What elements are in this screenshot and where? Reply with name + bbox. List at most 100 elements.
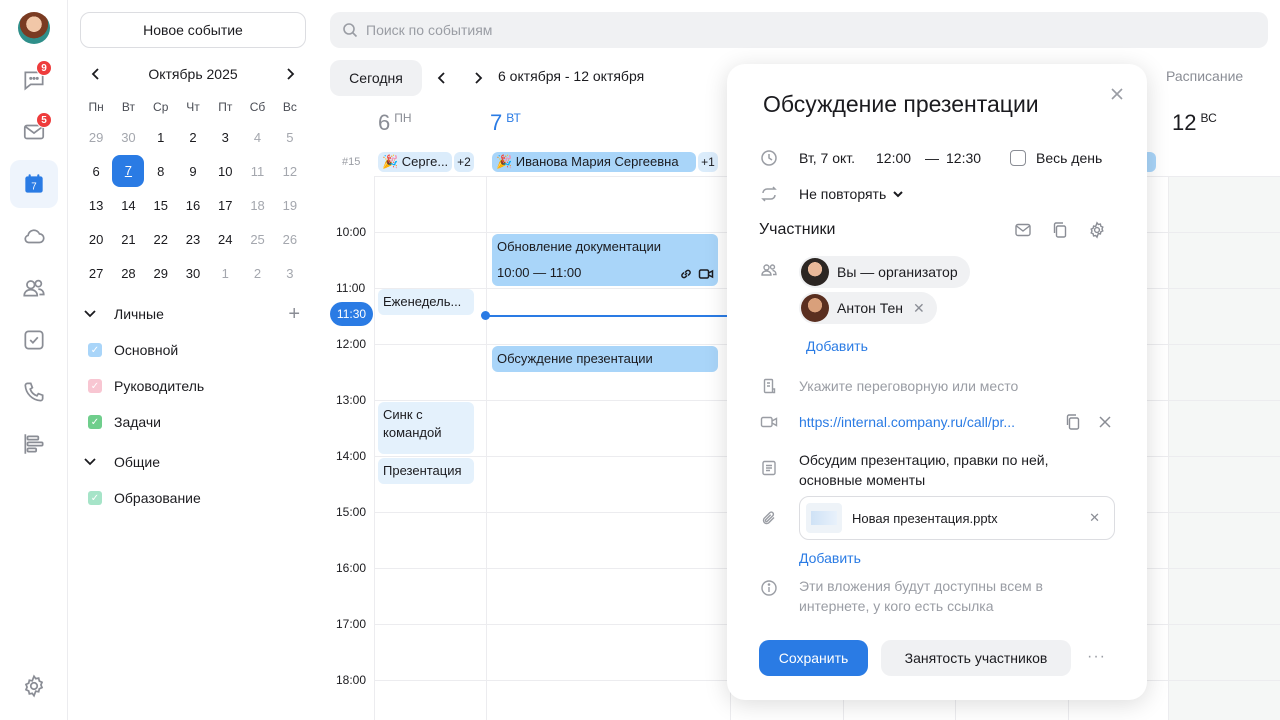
mini-day[interactable]: 26 [274, 232, 306, 247]
day-header[interactable]: 12 ВС [1172, 110, 1217, 136]
mini-day[interactable]: 8 [145, 164, 177, 179]
all-day-checkbox[interactable] [1010, 150, 1026, 166]
event-title-field[interactable]: Обсуждение презентации [763, 91, 1039, 118]
event-weekly[interactable]: Еженедель... [378, 289, 474, 315]
checkbox-icon[interactable]: ✓ [88, 343, 102, 357]
mini-day[interactable]: 3 [274, 266, 306, 281]
mini-day[interactable]: 2 [177, 130, 209, 145]
checkbox-icon[interactable]: ✓ [88, 379, 102, 393]
mini-day[interactable]: 18 [241, 198, 273, 213]
save-button[interactable]: Сохранить [759, 640, 868, 676]
mini-day[interactable]: 29 [80, 130, 112, 145]
mini-day[interactable]: 19 [274, 198, 306, 213]
copy-icon[interactable] [1063, 412, 1083, 432]
event-docs[interactable]: Обновление документации 10:00 — 11:00 [492, 234, 718, 286]
close-icon[interactable] [1095, 412, 1115, 432]
mini-day[interactable]: 22 [145, 232, 177, 247]
event-date[interactable]: Вт, 7 окт. [799, 150, 855, 166]
new-event-button[interactable]: Новое событие [80, 12, 306, 48]
remove-attachment-icon[interactable]: ✕ [1089, 510, 1100, 526]
close-icon[interactable] [1107, 84, 1127, 104]
calendar-item[interactable]: ✓ Задачи [88, 410, 161, 434]
more-icon[interactable]: ··· [1087, 648, 1106, 666]
rail-settings[interactable] [10, 662, 58, 710]
mini-day[interactable]: 3 [209, 130, 241, 145]
calendar-item[interactable]: ✓ Основной [88, 338, 178, 362]
rail-chat[interactable]: 9 [10, 56, 58, 104]
mini-day[interactable]: 25 [241, 232, 273, 247]
chevron-left-icon[interactable] [432, 68, 452, 88]
mini-day[interactable]: 11 [241, 164, 273, 179]
search-input[interactable] [366, 22, 766, 38]
chevron-left-icon[interactable] [86, 64, 106, 84]
allday-event[interactable]: 🎉 Иванова Мария Сергеевна [492, 152, 696, 172]
mini-day-today[interactable]: 7 [112, 155, 145, 187]
checkbox-icon[interactable]: ✓ [88, 491, 102, 505]
chevron-down-icon[interactable] [80, 306, 100, 323]
mini-day[interactable]: 13 [80, 198, 112, 213]
allday-more[interactable]: +1 [698, 152, 718, 172]
search-bar[interactable] [330, 12, 1268, 48]
chevron-down-icon[interactable] [80, 454, 100, 471]
day-header[interactable]: 6 ПН [378, 110, 412, 136]
day-header-today[interactable]: 7 ВТ [490, 110, 521, 136]
view-switch[interactable]: Расписание [1166, 68, 1243, 84]
event-presentation[interactable]: Презентация [378, 458, 474, 484]
rail-contacts[interactable] [10, 264, 58, 312]
mini-day[interactable]: 23 [177, 232, 209, 247]
chevron-right-icon[interactable] [280, 64, 300, 84]
mini-day[interactable]: 21 [112, 232, 144, 247]
mini-day[interactable]: 5 [274, 130, 306, 145]
checkbox-icon[interactable]: ✓ [88, 415, 102, 429]
mini-day[interactable]: 24 [209, 232, 241, 247]
location-input[interactable]: Укажите переговорную или место [799, 378, 1018, 394]
mini-day[interactable]: 30 [112, 130, 144, 145]
gear-icon[interactable] [1087, 220, 1107, 240]
mini-day[interactable]: 16 [177, 198, 209, 213]
rail-calls[interactable] [10, 368, 58, 416]
mini-day[interactable]: 6 [80, 164, 112, 179]
participants-busy-button[interactable]: Занятость участников [881, 640, 1071, 676]
participant-chip[interactable]: Антон Тен ✕ [799, 292, 937, 324]
event-end-time[interactable]: 12:30 [946, 150, 981, 166]
mini-day[interactable]: 29 [145, 266, 177, 281]
user-avatar[interactable] [18, 12, 50, 44]
mini-day[interactable]: 2 [241, 266, 273, 281]
mini-day[interactable]: 30 [177, 266, 209, 281]
allday-event[interactable]: 🎉 Серге... [378, 152, 452, 172]
repeat-select[interactable]: Не повторять [799, 186, 904, 202]
event-start-time[interactable]: 12:00 [876, 150, 911, 166]
mini-day[interactable]: 15 [145, 198, 177, 213]
group-shared[interactable]: Общие [80, 448, 306, 476]
add-participant-link[interactable]: Добавить [806, 338, 868, 354]
calendar-item[interactable]: ✓ Руководитель [88, 374, 204, 398]
mini-day[interactable]: 27 [80, 266, 112, 281]
rail-cloud[interactable] [10, 212, 58, 260]
mini-day[interactable]: 10 [209, 164, 241, 179]
mini-day[interactable]: 12 [274, 164, 306, 179]
mini-day[interactable]: 28 [112, 266, 144, 281]
mail-icon[interactable] [1013, 220, 1033, 240]
call-link[interactable]: https://internal.company.ru/call/pr... [799, 414, 1015, 430]
event-discussion[interactable]: Обсуждение презентации [492, 346, 718, 372]
rail-mail[interactable]: 5 [10, 108, 58, 156]
add-attachment-link[interactable]: Добавить [799, 550, 861, 566]
today-button[interactable]: Сегодня [330, 60, 422, 96]
group-personal[interactable]: Личные + [80, 300, 306, 328]
calendar-item[interactable]: ✓ Образование [88, 486, 201, 510]
plus-icon[interactable]: + [288, 303, 300, 326]
event-sync[interactable]: Синк с командой [378, 402, 474, 454]
rail-calendar[interactable]: 7 [10, 160, 58, 208]
remove-participant-icon[interactable]: ✕ [913, 300, 925, 317]
mini-day[interactable]: 9 [177, 164, 209, 179]
mini-day[interactable]: 1 [145, 130, 177, 145]
mini-day[interactable]: 14 [112, 198, 144, 213]
rail-projects[interactable] [10, 420, 58, 468]
participant-chip[interactable]: Вы — организатор [799, 256, 970, 288]
attachment-card[interactable]: Новая презентация.pptx ✕ [799, 496, 1115, 540]
chevron-right-icon[interactable] [468, 68, 488, 88]
description-field[interactable]: Обсудим презентацию, правки по ней, осно… [799, 450, 1089, 490]
mini-day[interactable]: 20 [80, 232, 112, 247]
mini-day[interactable]: 4 [241, 130, 273, 145]
rail-tasks[interactable] [10, 316, 58, 364]
